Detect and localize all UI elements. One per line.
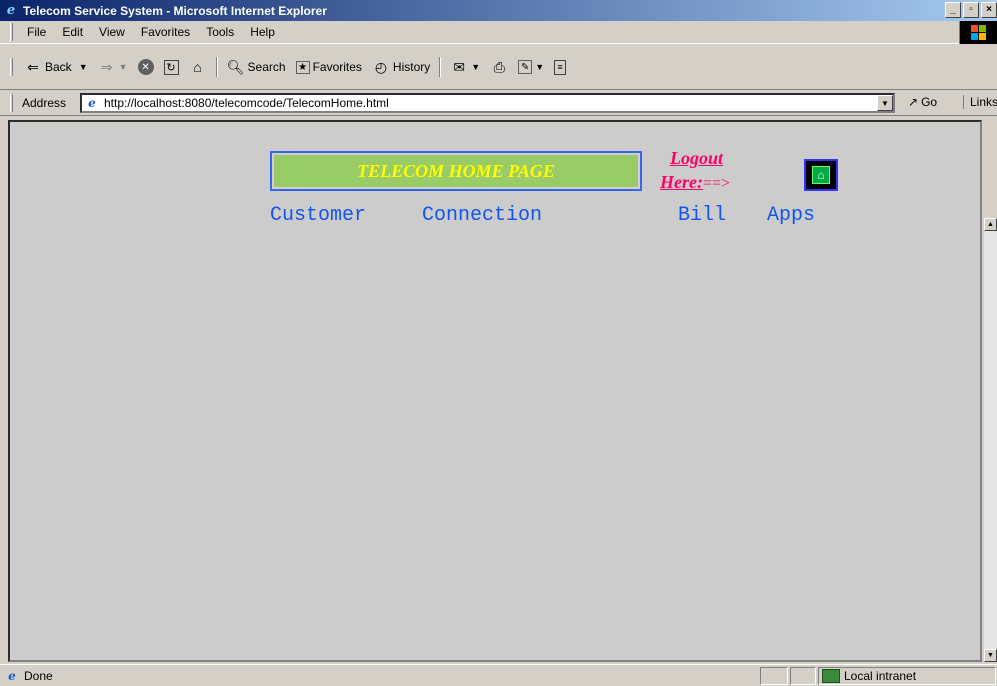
address-grip[interactable] (10, 93, 13, 112)
home-icon: ⌂ (193, 59, 202, 75)
page-viewport: TELECOM HOME PAGE Logout Here:==> ⌂ Cust… (8, 120, 982, 662)
nav-apps[interactable]: Apps (767, 204, 815, 224)
stop-button[interactable]: ✕ (133, 59, 159, 75)
status-pane (760, 667, 788, 685)
go-label: Go (921, 95, 938, 109)
page-title: TELECOM HOME PAGE (274, 155, 638, 187)
chevron-down-icon[interactable]: ▼ (877, 95, 893, 111)
menu-bar: File Edit View Favorites Tools Help (0, 21, 997, 44)
intranet-icon (822, 669, 840, 683)
menu-view[interactable]: View (91, 25, 133, 39)
toolbar-grip[interactable] (10, 58, 13, 76)
menu-tools[interactable]: Tools (198, 25, 242, 39)
menu-grip[interactable] (10, 23, 13, 41)
mail-icon: ✉ (453, 58, 466, 75)
home-link-button[interactable]: ⌂ (804, 159, 838, 191)
menu-edit[interactable]: Edit (54, 25, 91, 39)
status-pane (790, 667, 816, 685)
search-button[interactable]: 🔍︎ Search (222, 58, 291, 76)
zone-label: Local intranet (844, 669, 917, 683)
menu-help[interactable]: Help (242, 25, 283, 39)
nav-bill[interactable]: Bill (678, 204, 726, 224)
refresh-icon: ↻ (163, 59, 179, 75)
favorites-icon: ★ (295, 60, 310, 74)
refresh-button[interactable]: ↻ (159, 59, 184, 75)
forward-button[interactable]: ⇒ ▼ (93, 58, 133, 76)
page-icon: e (88, 96, 96, 110)
history-label: History (392, 60, 431, 74)
standard-toolbar: ⇐ Back ▼ ⇒ ▼ ✕ ↻ ⌂ 🔍︎ Search ★ Favorites… (0, 45, 997, 89)
scroll-down-icon[interactable]: ▼ (984, 649, 997, 662)
internet-explorer-icon: e (6, 3, 16, 18)
window-controls: _ ▫ × (945, 2, 997, 18)
address-input[interactable]: e http://localhost:8080/telecomcode/Tele… (80, 93, 895, 113)
discuss-button[interactable]: ≡ (549, 59, 571, 75)
forward-arrow-icon: ⇒ (100, 58, 113, 75)
mail-button[interactable]: ✉ ▼ (445, 58, 485, 76)
toolbar-separator (439, 57, 442, 77)
scroll-up-icon[interactable]: ▲ (984, 218, 997, 231)
favorites-button[interactable]: ★ Favorites (291, 60, 367, 74)
search-label: Search (247, 60, 286, 74)
address-bar: Address e http://localhost:8080/telecomc… (0, 89, 997, 116)
stop-icon: ✕ (137, 59, 154, 75)
window-title: Telecom Service System - Microsoft Inter… (23, 3, 327, 18)
maximize-button[interactable]: ▫ (963, 2, 979, 18)
home-button[interactable]: ⌂ (184, 58, 212, 76)
history-icon: ◴ (374, 58, 388, 75)
windows-logo-icon (959, 21, 997, 44)
page-title-box: TELECOM HOME PAGE (270, 151, 642, 191)
history-button[interactable]: ◴ History (367, 58, 435, 76)
print-icon: ⎙ (493, 58, 505, 75)
print-button[interactable]: ⎙ (485, 58, 513, 76)
address-label: Address (22, 95, 67, 110)
back-button[interactable]: ⇐ Back ▼ (19, 58, 93, 76)
go-button[interactable]: ↗ Go (908, 95, 937, 109)
menu-file[interactable]: File (19, 25, 54, 39)
menu-favorites[interactable]: Favorites (133, 25, 198, 39)
logout-here-label: Here: (660, 172, 703, 192)
nav-customer[interactable]: Customer (270, 204, 366, 224)
search-icon: 🔍︎ (226, 58, 245, 75)
minimize-button[interactable]: _ (945, 2, 961, 18)
page-done-icon: e (8, 668, 16, 683)
logout-arrow: ==> (702, 175, 731, 192)
status-bar: e Done Local intranet (0, 664, 997, 686)
logout-link[interactable]: Logout Here:==> (660, 146, 730, 196)
chevron-down-icon[interactable]: ▼ (535, 62, 544, 72)
toolbar-separator (215, 57, 218, 77)
back-label: Back (45, 60, 72, 74)
back-arrow-icon: ⇐ (27, 58, 39, 75)
vertical-scrollbar[interactable]: ▲ ▼ (984, 218, 997, 662)
address-url: http://localhost:8080/telecomcode/Teleco… (104, 96, 389, 110)
edit-button[interactable]: ✎ ▼ (513, 60, 549, 74)
edit-icon: ✎ (518, 60, 533, 74)
go-arrow-icon: ↗ (908, 95, 919, 109)
chevron-down-icon[interactable]: ▼ (119, 62, 128, 72)
logout-label: Logout (670, 148, 724, 168)
logout-here: Here:==> (660, 170, 730, 196)
chevron-down-icon[interactable]: ▼ (79, 62, 88, 72)
window-title-bar: e Telecom Service System - Microsoft Int… (0, 0, 997, 21)
close-button[interactable]: × (981, 2, 997, 18)
home-icon: ⌂ (812, 166, 830, 184)
nav-links: Customer Connection Bill Apps (270, 204, 870, 224)
security-zone: Local intranet (818, 667, 996, 685)
nav-connection[interactable]: Connection (422, 204, 542, 224)
favorites-label: Favorites (312, 60, 362, 74)
document-icon: ≡ (554, 59, 567, 75)
chevron-down-icon[interactable]: ▼ (471, 62, 480, 72)
status-text: Done (24, 668, 53, 683)
links-button[interactable]: Links (963, 95, 997, 109)
